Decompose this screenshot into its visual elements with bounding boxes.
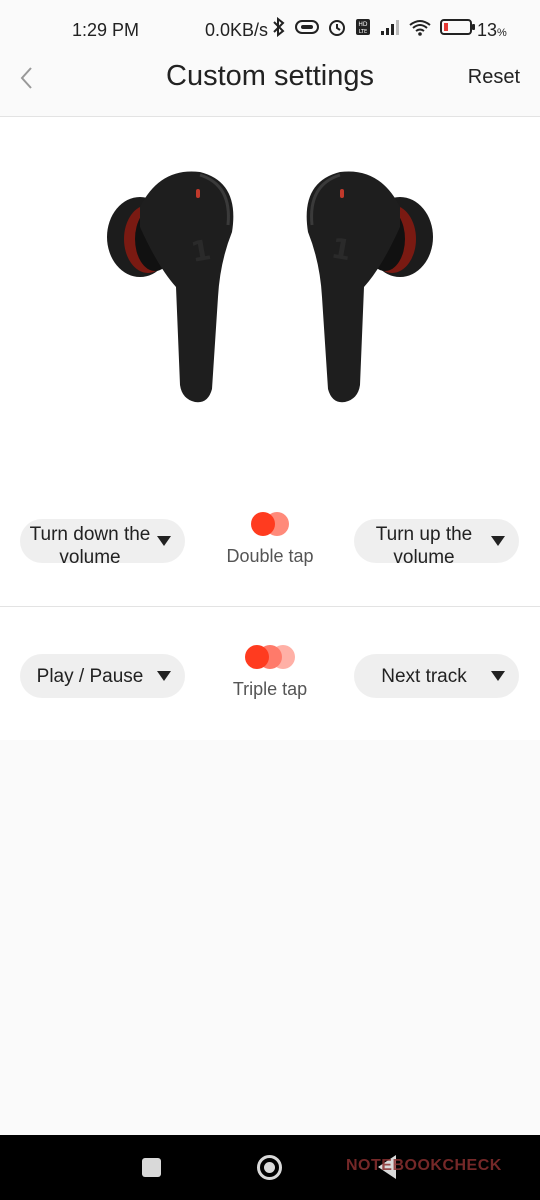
triple-tap-left-action-dropdown[interactable]: Play / Pause <box>20 654 185 698</box>
double-tap-right-action-dropdown[interactable]: Turn up the volume <box>354 519 519 563</box>
triple-tap-row: Play / Pause Triple tap Next track <box>0 632 540 722</box>
app-header: Custom settings Reset <box>0 58 540 117</box>
svg-text:LTE: LTE <box>359 29 367 35</box>
dropdown-arrow-icon <box>157 671 171 681</box>
double-tap-left-action-dropdown[interactable]: Turn down the volume <box>20 519 185 563</box>
alarm-icon <box>329 20 345 36</box>
triple-tap-caption: Triple tap <box>232 679 308 699</box>
status-icons: HD LTE <box>272 17 476 37</box>
network-speed: 0.0KB/s <box>205 20 269 40</box>
double-tap-dots-icon <box>251 512 289 538</box>
divider <box>0 606 540 607</box>
dropdown-arrow-icon <box>491 671 505 681</box>
bluetooth-icon <box>273 17 285 37</box>
triple-tap-dots-icon <box>245 645 295 671</box>
system-nav-bar: NOTEBOOKCHECK <box>0 1135 540 1200</box>
dropdown-arrow-icon <box>491 536 505 546</box>
status-bar: 1:29 PM 0.0KB/s HD LTE 13% <box>0 0 540 58</box>
svg-text:HD: HD <box>358 21 368 28</box>
reset-button[interactable]: Reset <box>468 66 520 89</box>
wifi-icon <box>409 19 431 36</box>
left-earbud-icon: 1 <box>107 171 234 403</box>
volte-icon: HDLTE <box>356 19 370 35</box>
triple-tap-right-action-label: Next track <box>381 666 467 687</box>
link-icon <box>295 20 319 34</box>
triple-tap-left-action-label: Play / Pause <box>36 666 144 687</box>
double-tap-row: Turn down the volume Double tap Turn up … <box>0 497 540 587</box>
right-earbud-icon: 1 <box>306 171 433 403</box>
double-tap-left-action-label: Turn down the volume <box>29 524 151 563</box>
signal-icon <box>381 20 399 35</box>
triple-tap-indicator: Triple tap <box>200 645 340 700</box>
home-circle-icon[interactable] <box>257 1155 282 1180</box>
status-time: 1:29 PM <box>72 20 140 40</box>
dropdown-arrow-icon <box>157 536 171 546</box>
watermark: NOTEBOOKCHECK <box>346 1157 502 1174</box>
battery-percentage: 13% <box>477 20 507 40</box>
earbuds-image: 1 1 <box>107 171 433 403</box>
triple-tap-right-action-dropdown[interactable]: Next track <box>354 654 519 698</box>
settings-panel: 1 1 Turn down the volume Double tap Turn <box>0 117 540 740</box>
page-title: Custom settings <box>166 60 374 92</box>
recents-square-icon[interactable] <box>142 1158 161 1177</box>
battery-icon <box>440 19 475 35</box>
double-tap-right-action-label: Turn up the volume <box>375 524 473 563</box>
double-tap-caption: Double tap <box>226 546 314 566</box>
double-tap-indicator: Double tap <box>200 512 340 567</box>
